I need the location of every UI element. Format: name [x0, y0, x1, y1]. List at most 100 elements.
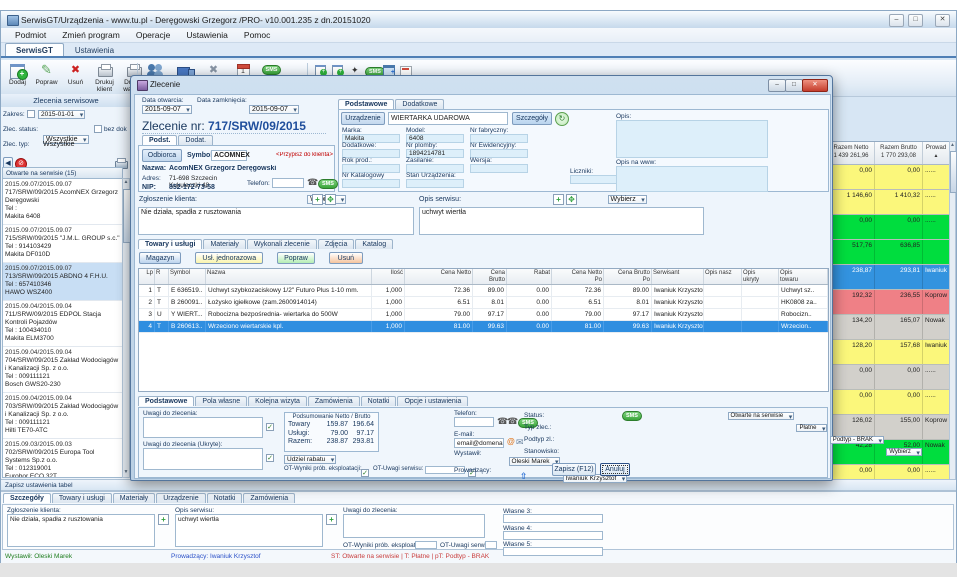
totals-row[interactable]: 0,000,00...... — [828, 365, 950, 390]
uwagi-textarea[interactable] — [143, 417, 263, 438]
menu-item-ustawienia[interactable]: Ustawienia — [178, 30, 236, 40]
dlg-stanowisko-dropdown[interactable]: Wybierz — [886, 448, 922, 456]
device-field-wersja[interactable] — [470, 164, 528, 173]
button-us-jednorazowa[interactable]: Usł. jednorazowa — [195, 252, 263, 264]
bp-zgloszenie-textarea[interactable]: Nie działa, spadła z rusztowania — [7, 514, 155, 547]
items-tab-zdj-cia[interactable]: Zdjęcia — [318, 239, 355, 249]
items-col-rabat[interactable]: Rabat — [507, 269, 552, 284]
bp-opis-expand-icon[interactable]: + — [326, 514, 337, 525]
totals-row[interactable]: 128,20157,68Iwaniuk — [828, 340, 950, 365]
dialog-maximize-button[interactable]: □ — [785, 79, 803, 92]
totals-row[interactable]: 1 146,601 410,32...... — [828, 190, 950, 215]
uwagi-ukryte-textarea[interactable] — [143, 448, 263, 470]
toolbar-button-popraw[interactable]: ✎Popraw — [33, 61, 60, 95]
sms-icon[interactable]: SMS — [318, 179, 338, 189]
dialog-bottom-tab-podstawowe[interactable]: Podstawowe — [138, 396, 194, 406]
minimize-button[interactable]: – — [889, 14, 904, 27]
udziel-rabatu-dropdown[interactable]: Udziel rabatu — [284, 455, 336, 464]
odbiorca-button[interactable]: Odbiorca — [142, 149, 182, 162]
totals-row[interactable]: 134,20165,07Nowak — [828, 315, 950, 340]
order-list-item[interactable]: 2015.09.04/2015.09.04711/SRW/09/2015 EDP… — [3, 301, 122, 347]
bp-opis-textarea[interactable]: uchwyt wiertła — [175, 514, 323, 547]
bottom-tab-zam-wienia[interactable]: Zamówienia — [243, 493, 295, 503]
items-tab-katalog[interactable]: Katalog — [355, 239, 393, 249]
dlg-status-dropdown[interactable]: Otwarte na serwisie — [728, 412, 795, 420]
email-input[interactable]: email@domena.pl — [454, 438, 504, 448]
tab-ustawienia[interactable]: Ustawienia — [64, 43, 125, 56]
totals-col-brutto[interactable]: Razem Brutto1 770 293,08 — [875, 142, 923, 164]
dlg-podtyp-dropdown[interactable]: Podtyp - BRAK — [830, 436, 884, 444]
uwagi-checkbox[interactable]: ✓ — [266, 423, 274, 431]
opis-textarea[interactable] — [616, 120, 768, 158]
bp-ot1-input[interactable] — [415, 541, 437, 549]
order-item-row[interactable]: 1TE 636519..Uchwyt szybkozaciskowy 1/2" … — [139, 285, 828, 297]
items-col-cena-netto[interactable]: Cena Netto — [405, 269, 473, 284]
assign-to-client-link[interactable]: <Przypisz do klienta> — [257, 152, 333, 158]
bp-wlasne3-input[interactable] — [503, 514, 603, 523]
totals-row[interactable]: 0,000,00...... — [828, 390, 950, 415]
button-usu[interactable]: Usuń — [329, 252, 363, 264]
items-col-opis-nasz[interactable]: Opis nasz — [704, 269, 742, 284]
menu-item-operacje[interactable]: Operacje — [128, 30, 179, 40]
dialog-close-button[interactable]: ✕ — [802, 79, 828, 92]
phone3-icon[interactable]: ☎ — [507, 416, 518, 427]
zakres-checkbox[interactable] — [27, 110, 35, 118]
dialog-title-bar[interactable]: Zlecenie – □ ✕ — [131, 76, 832, 93]
button-magazyn[interactable]: Magazyn — [139, 252, 181, 264]
orders-list-scrollbar[interactable]: ▲ ▼ — [122, 178, 130, 478]
device-name-field[interactable]: WIERTARKA UDAROWA — [388, 112, 508, 125]
items-col-symbol[interactable]: Symbol — [169, 269, 206, 284]
opis-serwisu-textarea[interactable]: uchwyt wiertła — [419, 207, 704, 235]
ot1-checkbox[interactable]: ✓ — [361, 469, 369, 477]
zgloszenie-add-icon[interactable]: + — [312, 194, 323, 205]
device-tab-dodatkowe[interactable]: Dodatkowe — [395, 99, 444, 109]
bp-uwagi-textarea[interactable] — [343, 514, 485, 538]
toolbar-button-usu[interactable]: ✖Usuń — [62, 61, 89, 95]
close-button[interactable]: ✕ — [935, 14, 950, 27]
order-list-item[interactable]: 2015.09.07/2015.09.07717/SRW/09/2015 Aco… — [3, 179, 122, 225]
zgloszenie-textarea[interactable]: Nie działa, spadła z rusztowania — [138, 207, 414, 235]
save-button[interactable]: Zapisz (F12) — [552, 463, 596, 476]
bez-dok-checkbox[interactable] — [94, 125, 102, 133]
bottom-tab-urz-dzenie[interactable]: Urządzenie — [156, 493, 205, 503]
totals-vscrollbar[interactable]: ▲ — [949, 141, 956, 494]
items-col-cena-netto-po[interactable]: Cena Netto Po — [552, 269, 604, 284]
dialog-bottom-tab-zam-wienia[interactable]: Zamówienia — [308, 396, 360, 406]
dialog-bottom-tab-notatki[interactable]: Notatki — [361, 396, 397, 406]
totals-col-prow[interactable]: Prowad ▲ — [923, 142, 950, 164]
toolbar-button-drukuj[interactable]: Drukujklient — [91, 61, 118, 95]
bp-wlasne4-input[interactable] — [503, 531, 603, 540]
opis-serwisu-expand-icon[interactable]: ✥ — [566, 194, 577, 205]
data-otwarcia-picker[interactable]: 2015-09-07 — [142, 105, 192, 114]
toolbar-button-dodaj[interactable]: +Dodaj — [4, 61, 31, 95]
opis-www-textarea[interactable] — [616, 166, 768, 192]
device-tab-podstawowe[interactable]: Podstawowe — [338, 99, 394, 109]
menu-item-zmie-program[interactable]: Zmień program — [54, 30, 128, 40]
dialog-bottom-tab-kolejna-wizyta[interactable]: Kolejna wizyta — [248, 396, 307, 406]
zgloszenie-expand-icon[interactable]: ✥ — [325, 194, 336, 205]
bottom-tab-notatki[interactable]: Notatki — [207, 493, 243, 503]
items-tab-wykonali-zlecenie[interactable]: Wykonali zlecenie — [247, 239, 317, 249]
order-list-item[interactable]: 2015.09.07/2015.09.07715/SRW/09/2015 "J.… — [3, 225, 122, 263]
totals-col-netto[interactable]: Razem Netto1 439 261,96 — [828, 142, 875, 164]
device-field-nr-katalogowy[interactable] — [342, 179, 400, 188]
items-col-nazwa[interactable]: Nazwa — [206, 269, 372, 284]
dialog-bottom-tab-pola-w-asne[interactable]: Pola własne — [195, 396, 247, 406]
opis-serwisu-dropdown[interactable]: Wybierz — [608, 195, 647, 204]
data-zamkniecia-picker[interactable]: 2015-09-07 — [249, 105, 299, 114]
order-item-row[interactable]: 2TB 260091..Łożysko igiełkowe (zam.26009… — [139, 297, 828, 309]
order-list-item[interactable]: 2015.09.03/2015.09.03702/SRW/09/2015 Eur… — [3, 439, 122, 478]
tab-serwisgt[interactable]: SerwisGT — [5, 43, 64, 56]
urzadzenie-button[interactable]: Urządzenie — [341, 112, 385, 125]
uwagi-ukryte-checkbox[interactable]: ✓ — [266, 454, 274, 462]
client-tab-dodat[interactable]: Dodat. — [178, 135, 213, 145]
title-bar[interactable]: SerwisGT/Urządzenia - www.tu.pl - Deręgo… — [1, 11, 956, 29]
items-col-opis-towaru[interactable]: Opis towaru — [779, 269, 828, 284]
promote-arrow-icon[interactable]: ⇧ — [520, 471, 528, 482]
dlg-typ-dropdown[interactable]: Płatne — [796, 424, 827, 432]
cancel-button[interactable]: Anuluj — [600, 463, 630, 476]
refresh-icon[interactable]: ↻ — [555, 112, 569, 126]
totals-row[interactable]: 0,000,00...... — [828, 215, 950, 240]
items-col-cena-brutto[interactable]: Cena Brutto — [473, 269, 507, 284]
client-tab-podst[interactable]: Podst. — [142, 135, 177, 145]
